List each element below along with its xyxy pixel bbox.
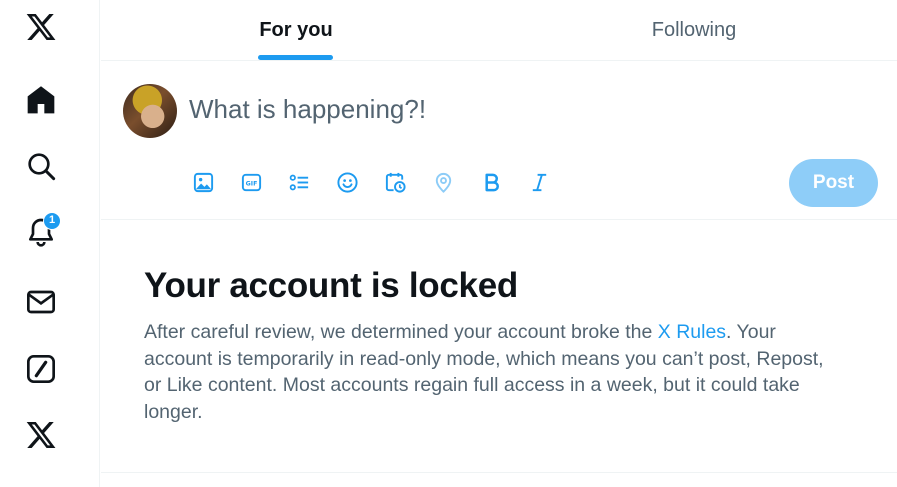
main-timeline: For you Following GIF [101,0,897,487]
emoji-icon[interactable] [332,167,362,197]
x-logo-icon[interactable] [17,3,65,51]
x-rules-link[interactable]: X Rules [658,321,726,343]
notice-body: After careful review, we determined your… [144,319,844,425]
active-tab-indicator [258,55,333,60]
post-button[interactable]: Post [789,159,878,207]
left-sidebar: 1 [0,0,100,487]
gif-icon[interactable]: GIF [236,167,266,197]
timeline-tabs: For you Following [101,0,897,61]
account-locked-notice: Your account is locked After careful rev… [101,220,897,473]
notice-title: Your account is locked [144,266,518,305]
svg-text:GIF: GIF [245,180,257,187]
location-icon[interactable] [428,167,458,197]
home-icon[interactable] [17,76,65,124]
tab-for-you[interactable]: For you [101,0,491,60]
compose-input[interactable] [189,91,789,127]
notifications-nav-item[interactable]: 1 [17,208,65,256]
notifications-badge: 1 [43,212,61,230]
bold-icon[interactable] [476,167,506,197]
italic-icon[interactable] [524,167,554,197]
image-icon[interactable] [188,167,218,197]
grok-icon[interactable] [17,345,65,393]
avatar[interactable] [123,84,177,138]
notice-body-text: After careful review, we determined your… [144,321,658,343]
app-window: 1 For you Following GIF [0,0,897,487]
search-icon[interactable] [17,142,65,190]
x-premium-icon[interactable] [17,411,65,459]
mail-icon[interactable] [17,278,65,326]
poll-icon[interactable] [284,167,314,197]
tab-following[interactable]: Following [491,0,897,60]
schedule-icon[interactable] [380,167,410,197]
post-composer: GIF Post [101,61,897,220]
